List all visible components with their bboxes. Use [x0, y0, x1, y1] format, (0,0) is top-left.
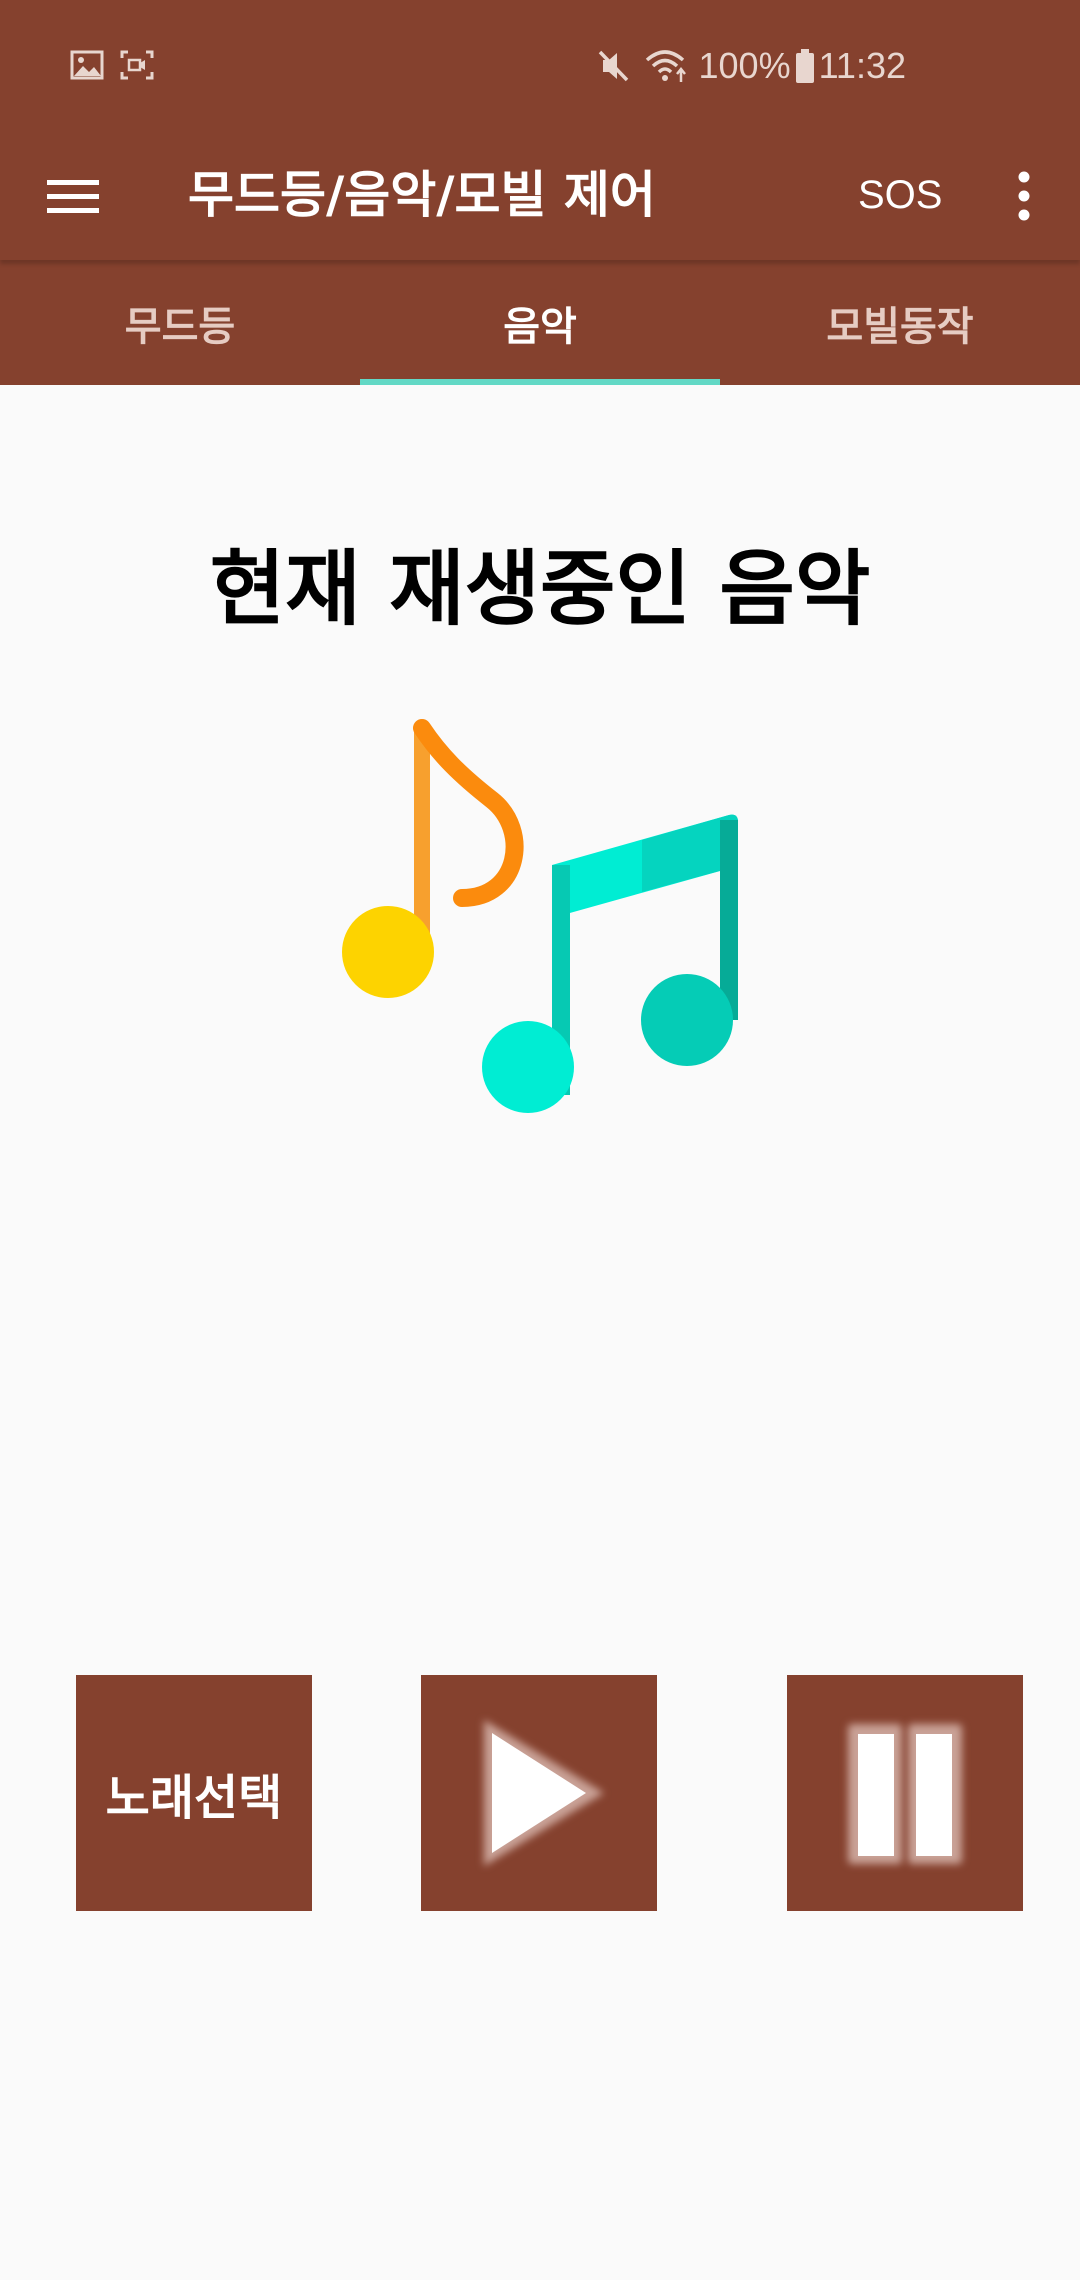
- tab-label: 모빌동작: [826, 303, 974, 350]
- app-bar: 무드등/음악/모빌 제어 SOS: [0, 130, 1080, 260]
- select-song-label: 노래선택: [105, 1770, 283, 1826]
- tab-indicator: [360, 379, 720, 385]
- status-bar: 100% 11:32: [0, 0, 1080, 130]
- sos-button[interactable]: SOS: [858, 158, 942, 232]
- screen-record-icon: [120, 50, 154, 84]
- more-options-button[interactable]: [1004, 168, 1044, 224]
- mute-icon: [597, 48, 631, 84]
- menu-icon: [47, 180, 99, 213]
- pause-button[interactable]: [787, 1675, 1023, 1911]
- select-song-button[interactable]: 노래선택: [76, 1675, 312, 1911]
- app-title: 무드등/음악/모빌 제어: [188, 166, 656, 224]
- tab-label: 음악: [503, 303, 577, 350]
- music-notes-icon: [330, 700, 750, 1124]
- tab-music[interactable]: 음악: [360, 260, 720, 385]
- battery-percent: 100%: [698, 45, 791, 86]
- gallery-icon: [70, 50, 104, 84]
- wifi-icon: [645, 48, 689, 84]
- more-vert-icon: [1018, 171, 1030, 221]
- clock: 11:32: [818, 45, 906, 86]
- battery-icon: [795, 48, 815, 84]
- now-playing-heading: 현재 재생중인 음악: [209, 542, 871, 637]
- tab-mood-light[interactable]: 무드등: [0, 260, 360, 385]
- tab-label: 무드등: [124, 303, 236, 350]
- tab-mobile-action[interactable]: 모빌동작: [720, 260, 1080, 385]
- tab-bar: 무드등 음악 모빌동작: [0, 260, 1080, 385]
- pause-icon: [848, 1724, 962, 1864]
- menu-button[interactable]: [45, 168, 101, 224]
- play-button[interactable]: [421, 1675, 657, 1911]
- play-icon: [484, 1720, 604, 1866]
